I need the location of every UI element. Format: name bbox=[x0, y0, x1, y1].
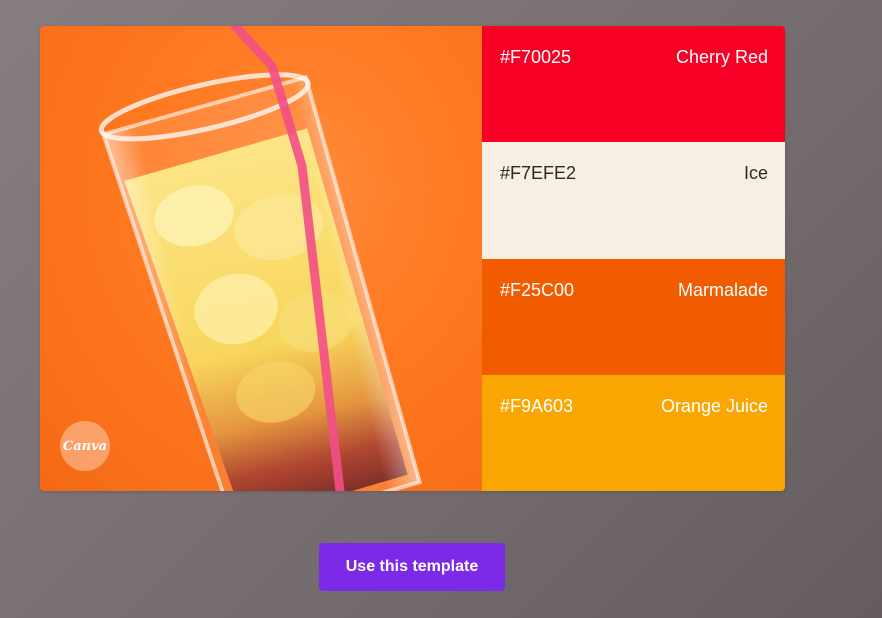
swatch-name: Cherry Red bbox=[675, 47, 768, 67]
use-template-button[interactable]: Use this template bbox=[319, 543, 505, 591]
template-card: Canva #F70025 Cherry Red #F7EFE2 Ice #F25C00… bbox=[40, 26, 785, 491]
swatch-name: Orange Juice bbox=[660, 395, 768, 416]
swatch-hex: #F70025 bbox=[500, 47, 572, 67]
swatch-ice: #F7EFE2 Ice bbox=[482, 142, 785, 259]
canva-logo: Canva bbox=[60, 421, 110, 471]
swatch-name: Ice bbox=[743, 163, 768, 184]
glass-illustration bbox=[98, 26, 423, 491]
swatch-hex: #F25C00 bbox=[500, 279, 575, 300]
swatch-cherry-red: #F70025 Cherry Red bbox=[482, 26, 785, 143]
color-palette: #F70025 Cherry Red #F7EFE2 Ice #F25C00 Marmal… bbox=[482, 26, 785, 491]
swatch-name: Marmalade bbox=[677, 279, 768, 300]
swatch-hex: #F7EFE2 bbox=[500, 163, 577, 184]
swatch-marmalade: #F25C00 Marmalade bbox=[482, 258, 785, 375]
swatch-orange-juice: #F9A603 Orange Juice bbox=[482, 374, 785, 491]
swatch-hex: #F9A603 bbox=[500, 395, 574, 416]
drink-photo: Canva bbox=[40, 26, 482, 491]
